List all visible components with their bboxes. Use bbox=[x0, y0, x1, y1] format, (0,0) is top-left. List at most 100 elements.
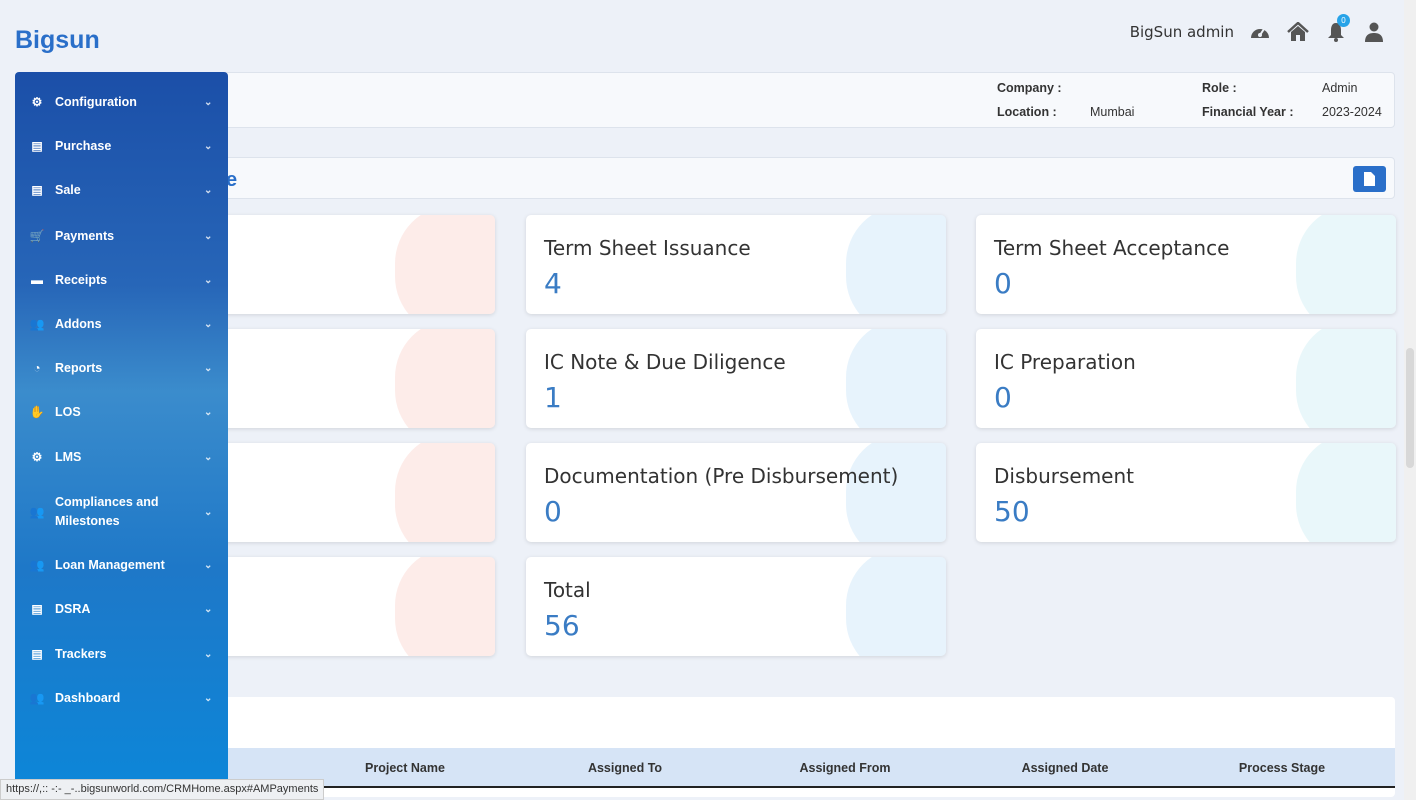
sidebar-item-configuration[interactable]: ⚙ Configuration ⌄ bbox=[15, 92, 228, 112]
sidebar-item-label: Receipts bbox=[55, 272, 108, 287]
col-assigned-to[interactable]: Assigned To bbox=[515, 761, 735, 775]
sidebar-item-label: Payments bbox=[55, 228, 115, 243]
sidebar-item-addons[interactable]: 👥 Addons ⌄ bbox=[15, 314, 228, 334]
menu-icon: ▬ bbox=[31, 273, 43, 287]
menu-icon: ▤ bbox=[31, 602, 43, 616]
sidebar-item-label: LOS bbox=[55, 404, 81, 419]
scrollbar[interactable] bbox=[1404, 0, 1416, 800]
card-title: IC Preparation bbox=[994, 350, 1136, 374]
sidebar-item-sale[interactable]: ▤ Sale ⌄ bbox=[15, 180, 228, 200]
chevron-down-icon: ⌄ bbox=[204, 362, 213, 374]
sidebar-item-label: Purchase bbox=[55, 138, 112, 153]
notification-badge: 0 bbox=[1337, 14, 1350, 27]
sidebar-item-label: Sale bbox=[55, 182, 81, 197]
brand-logo[interactable]: Bigsun bbox=[15, 26, 100, 55]
menu-icon: 🛒 bbox=[29, 229, 45, 243]
card-value: 1 bbox=[544, 381, 562, 414]
sidebar-item-compliances-and-milestones[interactable]: 👥 Compliances and Milestones ⌄ bbox=[15, 493, 228, 531]
chevron-down-icon: ⌄ bbox=[204, 692, 213, 704]
chevron-down-icon: ⌄ bbox=[204, 318, 213, 330]
card-decoration bbox=[846, 557, 946, 656]
sidebar-item-loan-management[interactable]: 👥 Loan Management ⌄ bbox=[15, 555, 228, 575]
card-decoration bbox=[846, 443, 946, 542]
chevron-down-icon: ⌄ bbox=[204, 230, 213, 242]
menu-icon: ⚙ bbox=[31, 95, 43, 109]
chevron-down-icon: ⌄ bbox=[204, 506, 213, 518]
home-icon[interactable] bbox=[1286, 20, 1310, 44]
card-decoration bbox=[846, 215, 946, 314]
card-decoration bbox=[395, 215, 495, 314]
menu-icon: 👥 bbox=[29, 317, 45, 331]
sidebar-item-label: Configuration bbox=[55, 94, 137, 109]
stage-card[interactable]: Term Sheet Issuance 4 bbox=[526, 215, 946, 314]
col-assigned-date[interactable]: Assigned Date bbox=[955, 761, 1175, 775]
status-bar-url: https://,:: -:- _-..bigsunworld.com/CRMH… bbox=[0, 779, 325, 800]
location-value: Mumbai bbox=[1090, 105, 1135, 119]
card-value: 50 bbox=[994, 495, 1030, 528]
card-title: Term Sheet Issuance bbox=[544, 236, 751, 260]
header-actions: BigSun admin 0 bbox=[1130, 14, 1386, 44]
card-title: IC Note & Due Diligence bbox=[544, 350, 786, 374]
card-value: 0 bbox=[994, 381, 1012, 414]
menu-icon: ⚙ bbox=[31, 450, 43, 464]
menu-icon: 👥 bbox=[29, 505, 45, 519]
stage-card[interactable]: Disbursement 50 bbox=[976, 443, 1396, 542]
dashboard-icon[interactable] bbox=[1248, 20, 1272, 44]
company-label: Company : bbox=[997, 81, 1062, 95]
sidebar-item-label: Reports bbox=[55, 360, 103, 375]
card-decoration bbox=[395, 329, 495, 428]
sidebar-item-label: Addons bbox=[55, 316, 102, 331]
sidebar-item-label: Trackers bbox=[55, 646, 107, 661]
sidebar-item-payments[interactable]: 🛒 Payments ⌄ bbox=[15, 226, 228, 246]
sidebar-item-label: Dashboard bbox=[55, 690, 121, 705]
sidebar-item-dashboard[interactable]: 👥 Dashboard ⌄ bbox=[15, 688, 228, 708]
card-title: Total bbox=[544, 578, 591, 602]
card-title: Term Sheet Acceptance bbox=[994, 236, 1230, 260]
sidebar-item-receipts[interactable]: ▬ Receipts ⌄ bbox=[15, 270, 228, 290]
chevron-down-icon: ⌄ bbox=[204, 603, 213, 615]
user-icon[interactable] bbox=[1362, 20, 1386, 44]
stage-card[interactable]: Documentation (Pre Disbursement) 0 bbox=[526, 443, 946, 542]
bell-icon[interactable]: 0 bbox=[1324, 14, 1350, 44]
sidebar-item-dsra[interactable]: ▤ DSRA ⌄ bbox=[15, 599, 228, 619]
sidebar-item-purchase[interactable]: ▤ Purchase ⌄ bbox=[15, 136, 228, 156]
chevron-down-icon: ⌄ bbox=[204, 96, 213, 108]
chevron-down-icon: ⌄ bbox=[204, 406, 213, 418]
card-decoration bbox=[1296, 215, 1396, 314]
card-decoration bbox=[395, 557, 495, 656]
sidebar-item-label: LMS bbox=[55, 449, 82, 464]
menu-icon: ▤ bbox=[31, 183, 43, 197]
stage-card[interactable]: IC Note & Due Diligence 1 bbox=[526, 329, 946, 428]
sidebar-item-trackers[interactable]: ▤ Trackers ⌄ bbox=[15, 644, 228, 664]
financial-year-value: 2023-2024 bbox=[1322, 105, 1382, 119]
sidebar-item-label: Compliances and Milestones bbox=[55, 495, 159, 528]
col-process-stage[interactable]: Process Stage bbox=[1172, 761, 1392, 775]
sidebar-item-label: DSRA bbox=[55, 601, 91, 616]
chevron-down-icon: ⌄ bbox=[204, 451, 213, 463]
col-project-name[interactable]: Project Name bbox=[295, 761, 515, 775]
chevron-down-icon: ⌄ bbox=[204, 559, 213, 571]
sidebar-item-reports[interactable]: ◔ Reports ⌄ bbox=[15, 358, 228, 378]
chevron-down-icon: ⌄ bbox=[204, 274, 213, 286]
menu-icon: ▤ bbox=[31, 647, 43, 661]
export-button[interactable] bbox=[1353, 166, 1386, 192]
card-value: 0 bbox=[994, 267, 1012, 300]
card-decoration bbox=[846, 329, 946, 428]
sidebar-item-label: Loan Management bbox=[55, 557, 165, 572]
username[interactable]: BigSun admin bbox=[1130, 23, 1234, 41]
stage-card[interactable]: Total 56 bbox=[526, 557, 946, 656]
chevron-down-icon: ⌄ bbox=[204, 184, 213, 196]
card-decoration bbox=[1296, 443, 1396, 542]
card-decoration bbox=[1296, 329, 1396, 428]
card-value: 56 bbox=[544, 609, 580, 642]
menu-icon: ◔ bbox=[33, 361, 41, 375]
location-label: Location : bbox=[997, 105, 1057, 119]
stage-card[interactable]: Term Sheet Acceptance 0 bbox=[976, 215, 1396, 314]
col-assigned-from[interactable]: Assigned From bbox=[735, 761, 955, 775]
chevron-down-icon: ⌄ bbox=[204, 648, 213, 660]
stage-card[interactable]: IC Preparation 0 bbox=[976, 329, 1396, 428]
document-icon bbox=[1364, 172, 1375, 186]
sidebar-item-los[interactable]: ✋ LOS ⌄ bbox=[15, 402, 228, 422]
sidebar-item-lms[interactable]: ⚙ LMS ⌄ bbox=[15, 447, 228, 467]
card-decoration bbox=[395, 443, 495, 542]
